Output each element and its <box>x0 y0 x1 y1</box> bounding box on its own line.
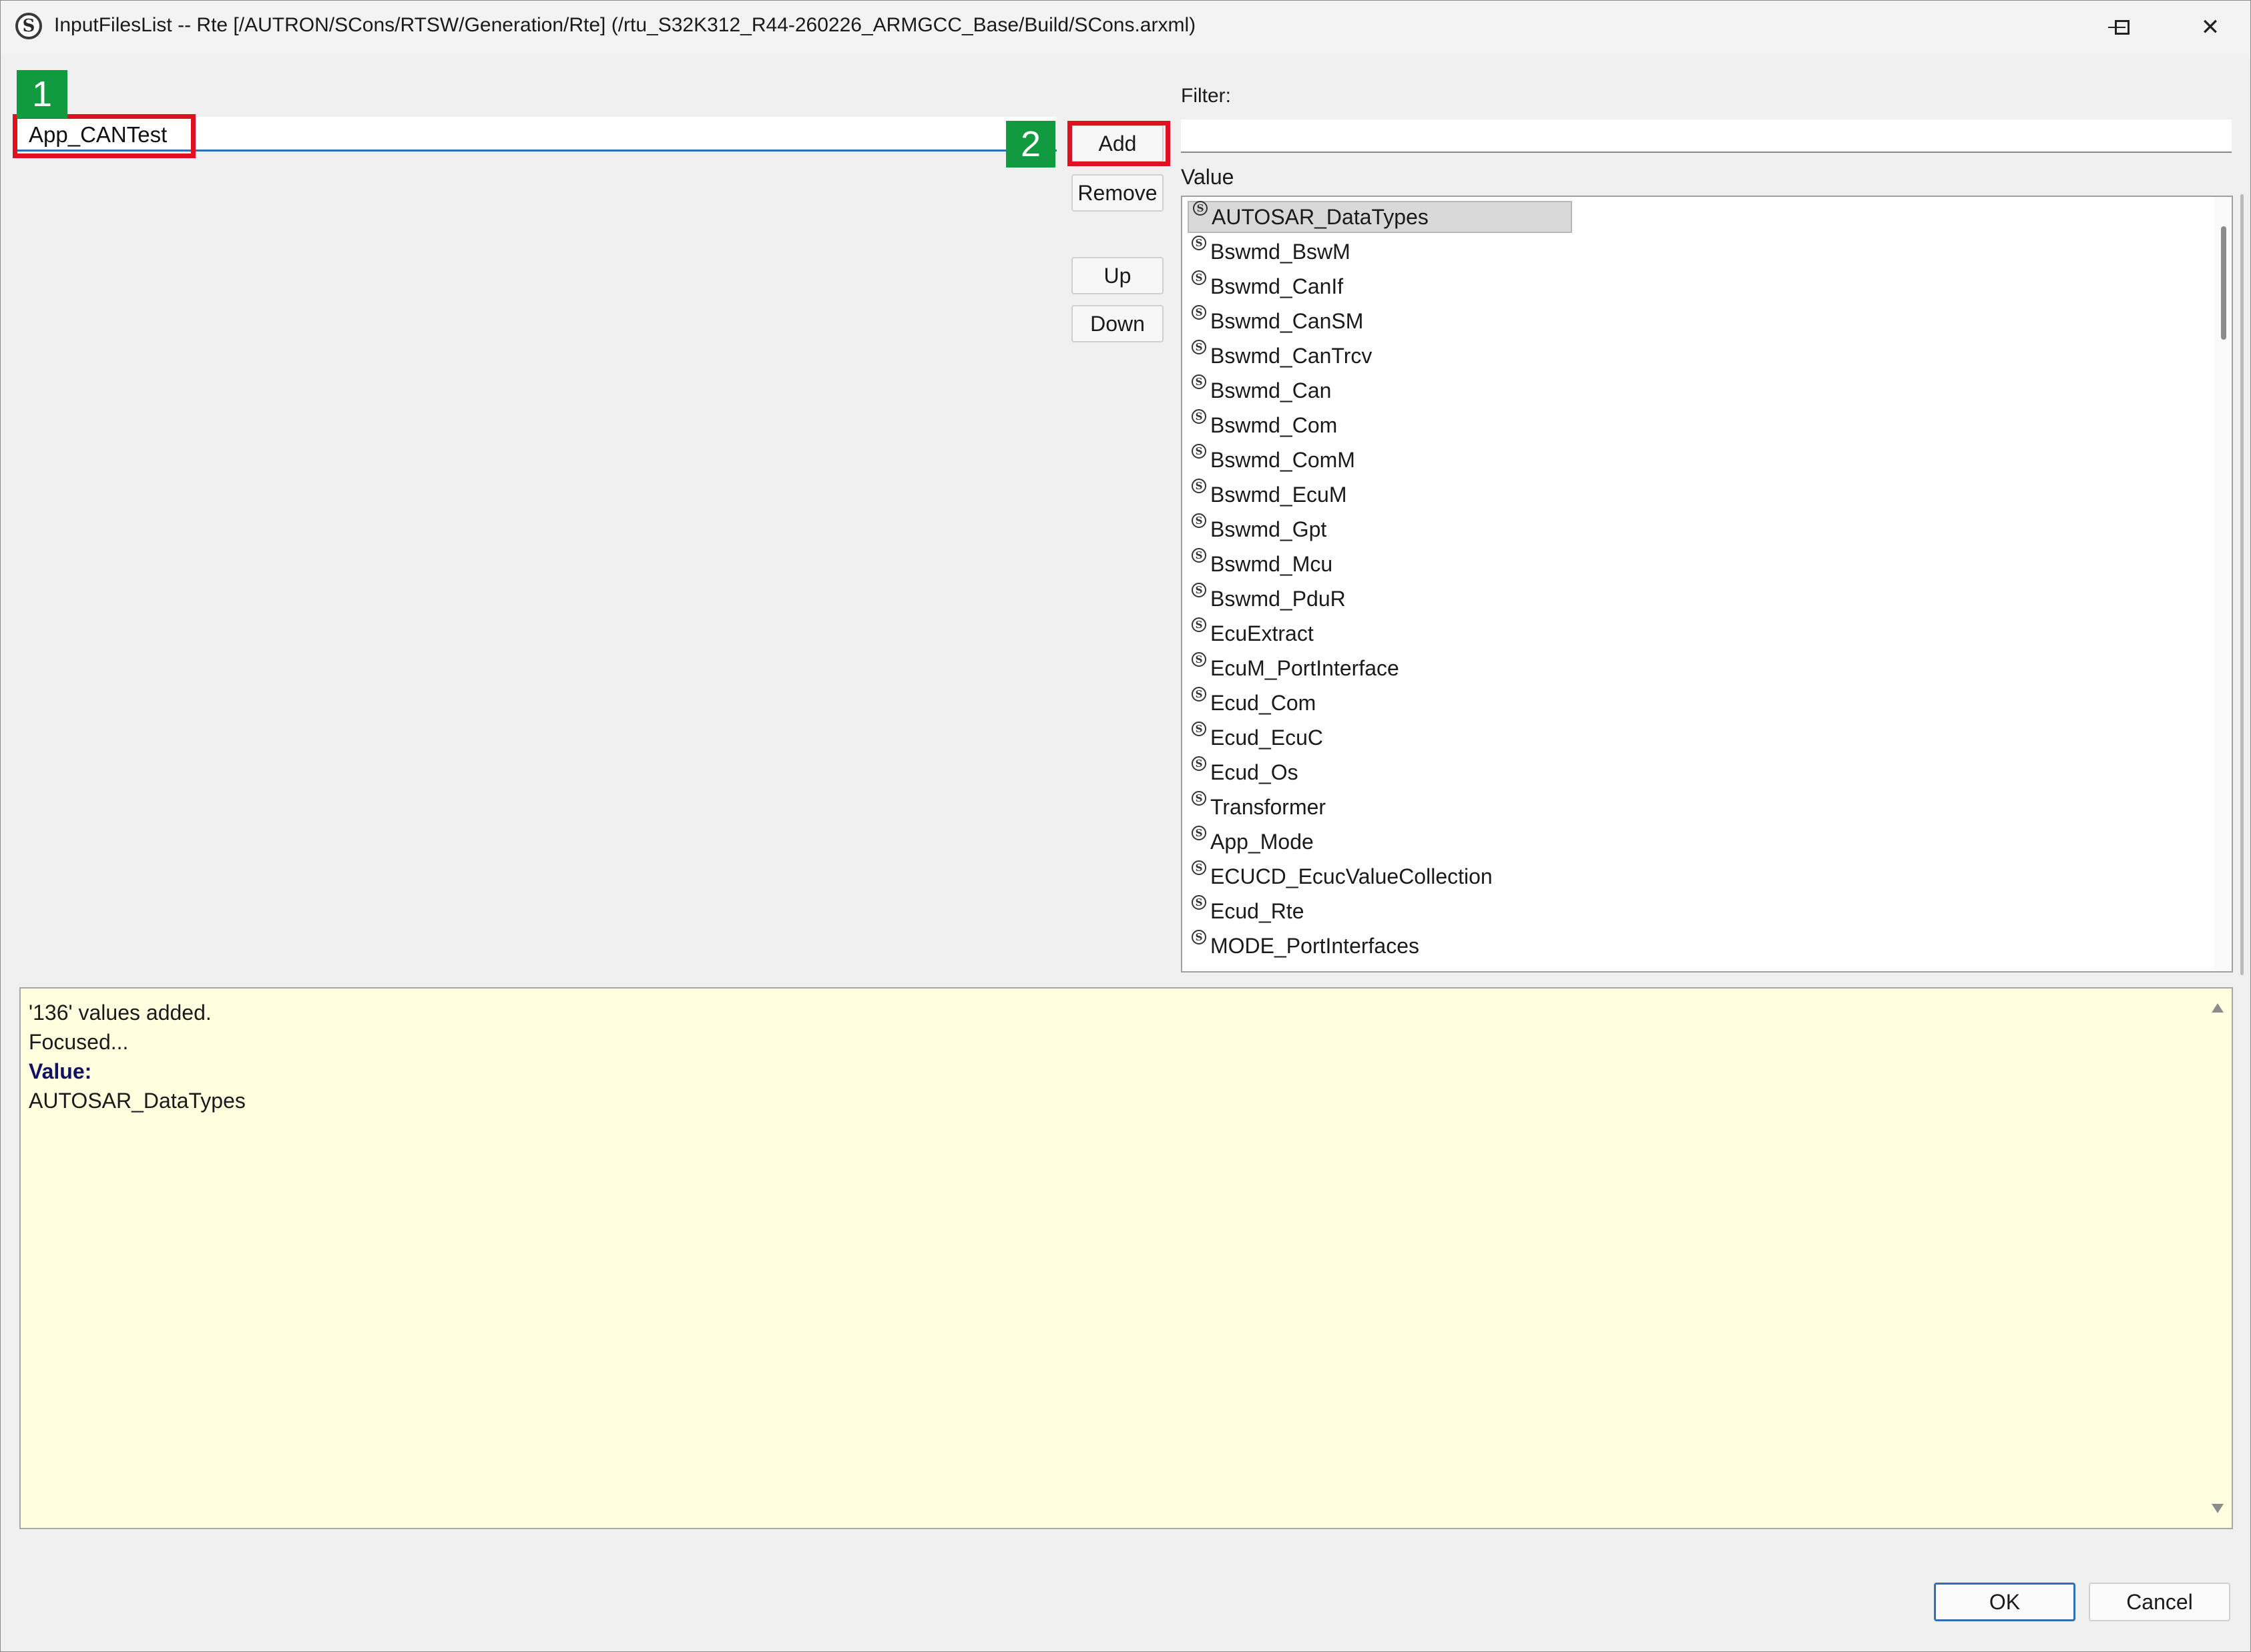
list-item-label: Bswmd_Mcu <box>1210 551 1333 576</box>
list-item[interactable]: S Transformer <box>1188 791 1326 823</box>
remove-button[interactable]: Remove <box>1071 174 1164 212</box>
module-icon: S <box>1192 791 1206 806</box>
value-list-label: Value <box>1181 165 1234 189</box>
list-item[interactable]: S AUTOSAR_DataTypes <box>1188 201 1572 233</box>
list-item-label: MODE_PortInterfaces <box>1210 933 1419 958</box>
list-item-label: Ecud_Os <box>1210 760 1298 784</box>
module-icon: S <box>1192 479 1206 493</box>
module-icon: S <box>1192 860 1206 875</box>
module-icon: S <box>1192 270 1206 285</box>
list-item-label: App_Mode <box>1210 829 1314 854</box>
list-item[interactable]: S Ecud_Os <box>1188 756 1298 788</box>
list-item-label: Bswmd_PduR <box>1210 586 1346 611</box>
list-item-label: Bswmd_ComM <box>1210 447 1355 472</box>
list-item[interactable]: S Bswmd_PduR <box>1188 583 1346 615</box>
info-scrollbar[interactable] <box>2205 989 2232 1528</box>
list-scrollbar[interactable] <box>2214 197 2232 971</box>
info-value-heading: Value: <box>29 1059 92 1083</box>
list-item-label: Bswmd_Gpt <box>1210 517 1327 541</box>
scroll-down-icon[interactable] <box>2212 1504 2224 1513</box>
list-item-label: Bswmd_BswM <box>1210 239 1350 264</box>
module-icon: S <box>1193 201 1208 216</box>
scroll-up-icon[interactable] <box>2212 1003 2224 1013</box>
list-item-label: Ecud_EcuC <box>1210 725 1323 750</box>
filter-input[interactable] <box>1181 119 2232 153</box>
module-icon: S <box>1192 687 1206 702</box>
module-icon: S <box>1192 444 1206 459</box>
list-item-label: Bswmd_Com <box>1210 412 1338 437</box>
cancel-button[interactable]: Cancel <box>2089 1583 2230 1621</box>
app-logo-icon: S <box>15 13 42 39</box>
module-icon: S <box>1192 583 1206 597</box>
list-item[interactable]: S Bswmd_Can <box>1188 374 1331 406</box>
module-icon: S <box>1192 305 1206 320</box>
module-icon: S <box>1192 409 1206 424</box>
list-item-label: Bswmd_CanTrcv <box>1210 343 1372 368</box>
list-item[interactable]: S Bswmd_Com <box>1188 409 1337 441</box>
up-button[interactable]: Up <box>1071 257 1164 294</box>
dialog-window: S InputFilesList -- Rte [/AUTRON/SCons/R… <box>0 0 2251 1652</box>
list-item[interactable]: S App_Mode <box>1188 826 1314 858</box>
list-item[interactable]: S EcuExtract <box>1188 617 1314 649</box>
list-item[interactable]: S MODE_PortInterfaces <box>1188 930 1419 962</box>
filter-label: Filter: <box>1181 85 1231 107</box>
list-item[interactable]: S Ecud_EcuC <box>1188 722 1323 754</box>
list-item-label: EcuM_PortInterface <box>1210 655 1399 680</box>
list-item[interactable]: S Bswmd_EcuM <box>1188 479 1347 511</box>
list-item[interactable]: S Bswmd_CanSM <box>1188 305 1363 337</box>
list-item[interactable]: S Ecud_Com <box>1188 687 1316 719</box>
list-item-label: Bswmd_CanSM <box>1210 308 1364 333</box>
module-icon: S <box>1192 652 1206 667</box>
info-values-added: '136' values added. <box>29 1001 212 1025</box>
module-icon: S <box>1192 236 1206 250</box>
module-icon: S <box>1192 513 1206 528</box>
module-icon: S <box>1192 374 1206 389</box>
list-item[interactable]: S Ecud_Rte <box>1188 895 1304 927</box>
maximize-icon[interactable] <box>2089 7 2156 47</box>
down-button[interactable]: Down <box>1071 305 1164 342</box>
list-item-label: Bswmd_Can <box>1210 378 1332 402</box>
module-icon: S <box>1192 722 1206 736</box>
list-item-label: Ecud_Rte <box>1210 898 1304 923</box>
module-icon: S <box>1192 548 1206 563</box>
info-panel: '136' values added. Focused... Value: AU… <box>19 987 2233 1529</box>
module-icon: S <box>1192 617 1206 632</box>
callout-box-2 <box>1067 121 1170 166</box>
list-item-label: EcuExtract <box>1210 621 1314 645</box>
list-scrollbar-thumb[interactable] <box>2221 226 2226 340</box>
module-icon: S <box>1192 756 1206 771</box>
module-icon: S <box>1192 930 1206 944</box>
list-item[interactable]: S EcuM_PortInterface <box>1188 652 1399 684</box>
info-focused: Focused... <box>29 1030 129 1054</box>
module-icon: S <box>1192 895 1206 910</box>
list-item-label: Bswmd_EcuM <box>1210 482 1347 507</box>
list-item[interactable]: S Bswmd_CanTrcv <box>1188 340 1372 372</box>
list-item-label: Ecud_Com <box>1210 690 1316 715</box>
list-item-label: Bswmd_CanIf <box>1210 274 1344 298</box>
list-item-label: Transformer <box>1210 794 1326 819</box>
list-item[interactable]: S Bswmd_BswM <box>1188 236 1350 268</box>
module-icon: S <box>1192 826 1206 840</box>
list-item[interactable]: S Bswmd_ComM <box>1188 444 1355 476</box>
callout-badge-1: 1 <box>17 70 67 118</box>
callout-badge-2: 2 <box>1006 121 1055 168</box>
window-title: InputFilesList -- Rte [/AUTRON/SCons/RTS… <box>54 14 1196 36</box>
callout-box-1 <box>13 114 196 158</box>
list-item[interactable]: S Bswmd_Gpt <box>1188 513 1326 545</box>
list-item[interactable]: S Bswmd_CanIf <box>1188 270 1343 302</box>
close-icon[interactable]: ✕ <box>2177 7 2244 47</box>
value-list[interactable]: S AUTOSAR_DataTypes S Bswmd_BswM S Bswmd_CanI… <box>1181 196 2233 973</box>
title-bar[interactable]: S InputFilesList -- Rte [/AUTRON/SCons/R… <box>1 1 2250 54</box>
module-icon: S <box>1192 340 1206 354</box>
list-item[interactable]: S ECUCD_EcucValueCollection <box>1188 860 1493 892</box>
outer-scrollbar[interactable] <box>2237 194 2246 975</box>
ok-button[interactable]: OK <box>1934 1583 2075 1621</box>
list-item[interactable]: S Bswmd_Mcu <box>1188 548 1332 580</box>
list-item-label: AUTOSAR_DataTypes <box>1212 204 1429 229</box>
list-item-label: ECUCD_EcucValueCollection <box>1210 864 1493 888</box>
info-value-text: AUTOSAR_DataTypes <box>29 1089 246 1113</box>
